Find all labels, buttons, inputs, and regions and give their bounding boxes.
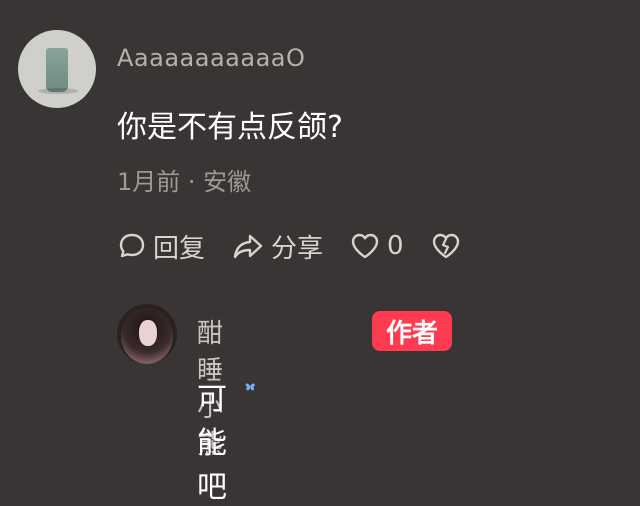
share-button[interactable]: 分享 xyxy=(231,228,323,265)
avatar-face xyxy=(139,320,157,346)
broken-heart-icon xyxy=(432,233,459,259)
reply-text: 可能吧 xyxy=(197,382,227,505)
cup-icon xyxy=(46,48,68,92)
commenter-avatar[interactable] xyxy=(18,30,96,108)
heart-icon xyxy=(351,233,379,259)
share-arrow-icon xyxy=(233,234,263,259)
comment-meta: 1月前 · 安徽 xyxy=(117,168,252,196)
like-button[interactable]: 0 xyxy=(349,231,404,261)
commenter-username[interactable]: AaaaaaaaaaaO xyxy=(117,44,305,72)
reply-button[interactable]: 回复 xyxy=(117,228,205,265)
comment-actions: 回复 分享 0 xyxy=(117,226,488,266)
comment-text: 你是不有点反颌? xyxy=(117,110,343,145)
author-avatar[interactable] xyxy=(117,304,177,364)
share-label: 分享 xyxy=(271,233,324,264)
comment-item: AaaaaaaaaaaO 你是不有点反颌? 1月前 · 安徽 回复 分享 0 酣… xyxy=(0,0,640,505)
author-badge: 作者 xyxy=(372,311,452,351)
butterfly-icon xyxy=(245,383,255,391)
reply-label: 回复 xyxy=(153,233,206,264)
like-count: 0 xyxy=(387,231,404,261)
dislike-button[interactable] xyxy=(430,231,462,261)
avatar-shadow xyxy=(38,88,78,94)
chat-bubble-icon xyxy=(119,233,145,258)
